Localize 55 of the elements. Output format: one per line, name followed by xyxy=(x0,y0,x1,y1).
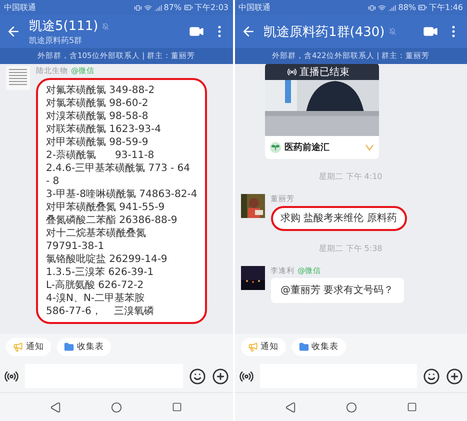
muted-icon xyxy=(388,28,396,35)
plus-icon[interactable] xyxy=(446,368,463,384)
back-nav-icon[interactable] xyxy=(50,402,62,412)
battery-percent: 87% xyxy=(164,3,182,12)
vibrate-icon xyxy=(368,4,376,12)
home-icon[interactable] xyxy=(346,402,357,412)
signal-icon xyxy=(154,4,162,12)
clock: 下午2:03 xyxy=(194,2,228,13)
wifi-icon xyxy=(378,4,386,12)
timestamp: 星期二 下午 4:10 xyxy=(318,171,384,183)
folder-icon xyxy=(64,342,74,352)
emoji-icon[interactable] xyxy=(423,368,440,384)
plus-icon[interactable] xyxy=(212,368,228,384)
chat-title: 凯途5(111) xyxy=(29,18,98,35)
clock: 下午1:46 xyxy=(429,2,463,13)
live-card[interactable]: 直播已结束 医药前途汇 xyxy=(264,64,378,159)
recents-icon[interactable] xyxy=(406,402,417,412)
document-thumbnail-icon[interactable] xyxy=(6,66,30,90)
toolbar-chip[interactable]: 收集表 xyxy=(292,338,346,356)
back-nav-icon[interactable] xyxy=(284,402,296,412)
emoji-icon[interactable] xyxy=(188,368,206,384)
leaf-logo-icon xyxy=(270,142,280,153)
wifi-icon xyxy=(144,4,152,12)
back-icon[interactable] xyxy=(240,24,256,39)
home-icon[interactable] xyxy=(111,402,122,412)
recents-icon[interactable] xyxy=(172,402,182,412)
chat-title: 凯途原料药1群(430) xyxy=(264,24,385,40)
battery-percent: 88% xyxy=(398,3,416,12)
voice-icon[interactable] xyxy=(4,368,19,384)
signal-icon xyxy=(388,4,396,12)
toolbar-chip[interactable]: 通知 xyxy=(240,338,286,356)
back-icon[interactable] xyxy=(6,24,21,39)
channel-icon xyxy=(364,144,374,151)
video-call-icon[interactable] xyxy=(188,24,204,39)
toolbar-chip[interactable]: 收集表 xyxy=(57,338,111,356)
timestamp: 星期二 下午 5:38 xyxy=(318,243,384,255)
vibrate-icon xyxy=(134,4,142,12)
megaphone-icon xyxy=(13,342,23,352)
battery-icon xyxy=(184,3,193,12)
battery-icon xyxy=(418,3,428,12)
muted-icon xyxy=(102,22,110,30)
megaphone-icon xyxy=(248,342,258,352)
message-bubble: 对氟苯磺酰氯 349-88-2 对氯苯磺酰氯 98-60-2 对溴苯磺酰氯 98-58-8 对联苯磺酰氯 1623-93-4 对甲苯磺酰氯 98-59-9 2-萘磺酰氯 93-11-8 2.4.6-三甲基苯磺酰氯 773 - 64 - 8 3-甲基-8喹啉磺酰氯 74863-82-4 对甲苯磺酰叠氮 941-55-9 叠氮磷酸二苯酯 26386-88-9 对十二烷基苯磺酰叠氮 79791-38-1 氯铬酸吡啶盐 26299-14-9 1.3.5-三溴苯 626-39-1 L-高胱氨酸 626-72-2 4-溴N、N-二甲基苯胺 586-77-6， 三溴氧磷 xyxy=(36,78,208,324)
message-bubble: @董丽芳 要求有文号码？ xyxy=(270,278,404,303)
carrier-name: 中国联通 xyxy=(238,2,270,13)
chat-subtitle: 凯途原料药5群 xyxy=(29,35,84,46)
live-status: 直播已结束 xyxy=(300,66,350,79)
message-bubble: 求购 盐酸考来维伦 原料药 xyxy=(270,206,407,231)
voice-icon[interactable] xyxy=(238,368,254,384)
carrier-name: 中国联通 xyxy=(4,2,36,13)
toolbar-chip[interactable]: 通知 xyxy=(6,338,51,356)
video-call-icon[interactable] xyxy=(423,24,438,39)
live-icon xyxy=(286,67,296,77)
card-source: 医药前途汇 xyxy=(284,141,330,154)
folder-icon xyxy=(298,342,308,352)
